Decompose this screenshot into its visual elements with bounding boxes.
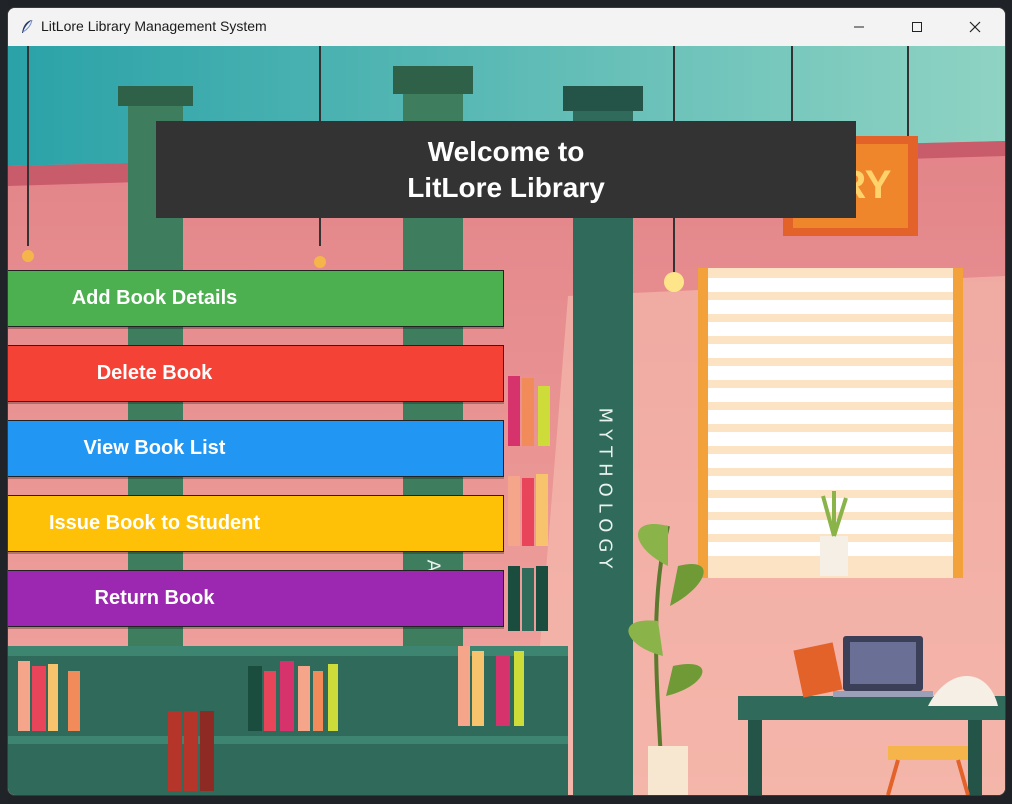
window-title: LitLore Library Management System <box>41 18 267 34</box>
minimize-button[interactable] <box>836 8 882 46</box>
welcome-line-2: LitLore Library <box>407 171 605 203</box>
issue-book-button[interactable]: Issue Book to Student <box>8 495 504 552</box>
close-button[interactable] <box>952 8 998 46</box>
maximize-button[interactable] <box>894 8 940 46</box>
window-client-area: ARY <box>8 46 1005 795</box>
mythology-shelf-label: MYTHOLOGY <box>595 408 616 575</box>
minimize-icon <box>854 26 864 28</box>
close-icon <box>969 21 981 33</box>
title-bar[interactable]: LitLore Library Management System <box>8 8 1005 46</box>
delete-book-button[interactable]: Delete Book <box>8 345 504 402</box>
return-book-button[interactable]: Return Book <box>8 570 504 627</box>
add-book-button[interactable]: Add Book Details <box>8 270 504 327</box>
feather-icon <box>22 19 33 33</box>
app-window: LitLore Library Management System MYTHOL… <box>8 8 1005 795</box>
welcome-banner: Welcome to LitLore Library <box>156 121 856 218</box>
view-book-list-button[interactable]: View Book List <box>8 420 504 477</box>
welcome-line-1: Welcome to <box>427 135 585 167</box>
maximize-icon <box>912 22 922 32</box>
desktop-background <box>0 0 8 804</box>
